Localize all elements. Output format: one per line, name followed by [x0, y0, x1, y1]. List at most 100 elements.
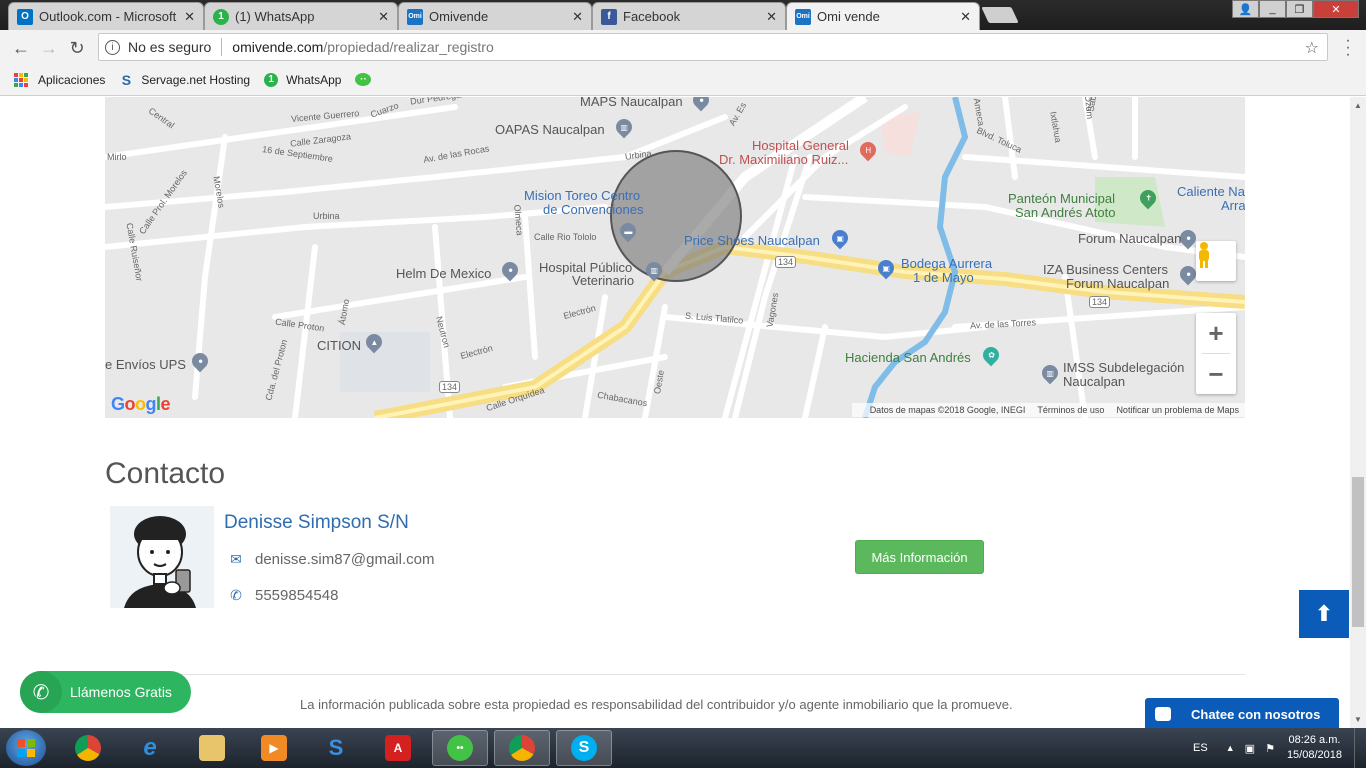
tab-omivende[interactable]: Omi Omivende ✕	[398, 2, 592, 30]
taskbar-file-explorer[interactable]	[184, 730, 240, 766]
scroll-up-arrow-icon[interactable]: ▲	[1354, 101, 1362, 110]
tab-outlook[interactable]: O Outlook.com - Microsoft ✕	[8, 2, 204, 30]
minimize-button[interactable]: _	[1259, 0, 1286, 18]
report-problem-link[interactable]: Notificar un problema de Maps	[1116, 405, 1239, 415]
close-icon[interactable]: ✕	[184, 9, 195, 25]
page-scrollbar[interactable]: ▲ ▼	[1350, 97, 1366, 728]
map-data-credit: Datos de mapas ©2018 Google, INEGI	[869, 405, 1026, 415]
outlook-icon: O	[17, 8, 33, 25]
map-label: San Andrés Atoto	[1015, 205, 1116, 220]
apps-grid-icon	[14, 72, 28, 87]
wechat-icon: ••	[447, 735, 473, 761]
servage-app-icon: S	[328, 735, 344, 760]
property-map[interactable]: ● ▥ H ▬ ▣ ● ▥ ▣ ✝ ● ● ▲ ✿ ▥ ● MAPS Nauca…	[105, 97, 1245, 418]
agent-name-link[interactable]: Denisse Simpson S/N	[224, 512, 409, 534]
map-label: e Envíos UPS	[105, 357, 186, 372]
taskbar-chrome-open[interactable]	[494, 730, 550, 766]
omivende-icon: Omi	[407, 8, 423, 25]
divider	[221, 38, 223, 56]
menu-icon[interactable]: · · ·	[1340, 33, 1356, 63]
zoom-out-button[interactable]: −	[1196, 354, 1236, 394]
page-viewport: ● ▥ H ▬ ▣ ● ▥ ▣ ✝ ● ● ▲ ✿ ▥ ● MAPS Nauca…	[0, 97, 1350, 728]
map-label: Dr. Maximiliano Ruiz...	[719, 152, 849, 167]
map-label: 1 de Mayo	[913, 270, 974, 285]
chrome-icon	[509, 735, 535, 761]
bookmarks-bar: Aplicaciones S Servage.net Hosting 1 Wha…	[0, 64, 1366, 96]
windows-taskbar: e ▶ S A •• S ES ▲ ▣ ⚑ 08:26 a.m. 15/08/2…	[0, 728, 1366, 768]
map-zoom-control: + −	[1196, 313, 1236, 394]
security-label: No es seguro	[128, 39, 212, 55]
agent-email[interactable]: denisse.sim87@gmail.com	[255, 551, 434, 568]
map-label: IZA Business Centers	[1043, 262, 1168, 277]
tab-facebook[interactable]: f Facebook ✕	[592, 2, 786, 30]
bookmark-wechat[interactable]: ··	[355, 73, 379, 86]
start-button[interactable]	[6, 730, 46, 766]
user-icon[interactable]: 👤	[1232, 0, 1259, 18]
taskbar-internet-explorer[interactable]: e	[122, 730, 178, 766]
taskbar-servage[interactable]: S	[308, 730, 364, 766]
taskbar-skype[interactable]: S	[556, 730, 612, 766]
tab-title: (1) WhatsApp	[235, 9, 315, 24]
map-label: CITION	[317, 338, 362, 353]
taskbar-chrome[interactable]	[60, 730, 116, 766]
map-label: Veterinario	[572, 273, 635, 288]
address-bar[interactable]: i No es seguro omivende.com /propiedad/r…	[98, 33, 1328, 61]
map-label: Mision Toreo Centro	[524, 188, 641, 203]
forward-button[interactable]: →	[38, 37, 60, 59]
map-attribution: Datos de mapas ©2018 Google, INEGI Térmi…	[851, 403, 1245, 417]
footer-divider	[105, 674, 1245, 675]
call-free-button[interactable]: ✆ Llámenos Gratis	[20, 671, 191, 713]
bookmark-whatsapp[interactable]: 1 WhatsApp	[264, 72, 342, 87]
close-icon[interactable]: ✕	[572, 9, 583, 25]
google-logo: Google	[111, 394, 171, 414]
terms-link[interactable]: Términos de uso	[1037, 405, 1104, 415]
map-label: Naucalpan	[1063, 374, 1126, 389]
network-icon[interactable]: ▣	[1245, 742, 1255, 755]
scrollbar-thumb[interactable]	[1352, 477, 1364, 627]
taskbar-acrobat[interactable]: A	[370, 730, 426, 766]
window-close-button[interactable]: ✕	[1313, 0, 1359, 18]
bookmark-label: WhatsApp	[286, 72, 342, 87]
tab-title: Omivende	[429, 9, 489, 24]
taskbar-wechat[interactable]: ••	[432, 730, 488, 766]
facebook-icon: f	[601, 8, 617, 25]
map-label: Helm De Mexico	[396, 266, 492, 281]
clock-time: 08:26 a.m.	[1288, 734, 1341, 746]
show-desktop-button[interactable]	[1354, 728, 1366, 768]
taskbar-media-player[interactable]: ▶	[246, 730, 302, 766]
tab-omivende-active[interactable]: Omi Omi vende ✕	[786, 2, 980, 30]
zoom-in-button[interactable]: +	[1196, 313, 1236, 353]
flag-icon[interactable]: ⚑	[1265, 742, 1275, 755]
close-icon[interactable]: ✕	[378, 9, 389, 25]
map-label: de Convenciones	[543, 202, 644, 217]
internet-explorer-icon: e	[143, 734, 157, 761]
window-controls: 👤 _ ❐ ✕	[1232, 0, 1359, 20]
street-view-pegman-icon[interactable]	[1196, 241, 1236, 281]
map-label: Caliente Na	[1177, 184, 1245, 199]
map-label: OAPAS Naucalpan	[495, 122, 605, 137]
tab-whatsapp[interactable]: 1 (1) WhatsApp ✕	[204, 2, 398, 30]
whatsapp-icon: 1	[264, 72, 279, 87]
contact-heading: Contacto	[105, 457, 226, 490]
live-chat-button[interactable]: Chatee con nosotros	[1145, 698, 1339, 728]
scroll-down-arrow-icon[interactable]: ▼	[1354, 715, 1362, 724]
new-tab-button[interactable]	[981, 7, 1019, 23]
close-icon[interactable]: ✕	[960, 9, 971, 25]
map-label: Price Shoes Naucalpan	[684, 233, 820, 248]
language-indicator[interactable]: ES	[1193, 742, 1208, 754]
tray-arrow-icon[interactable]: ▲	[1226, 743, 1235, 753]
reload-button[interactable]: ↻	[66, 37, 88, 59]
more-info-button[interactable]: Más Información	[855, 540, 984, 574]
clock[interactable]: 08:26 a.m. 15/08/2018	[1287, 733, 1342, 763]
back-button[interactable]: ←	[10, 37, 32, 59]
phone-icon: ✆	[230, 587, 242, 603]
bookmark-star-icon[interactable]: ☆	[1305, 38, 1319, 58]
maximize-button[interactable]: ❐	[1286, 0, 1313, 18]
agent-phone[interactable]: 5559854548	[255, 587, 338, 604]
close-icon[interactable]: ✕	[766, 9, 777, 25]
scroll-to-top-button[interactable]: ⬆	[1299, 590, 1349, 638]
info-icon[interactable]: i	[105, 39, 120, 55]
call-label: Llámenos Gratis	[70, 684, 172, 700]
bookmark-apps[interactable]: Aplicaciones	[14, 72, 105, 87]
bookmark-servage[interactable]: S Servage.net Hosting	[119, 72, 250, 88]
